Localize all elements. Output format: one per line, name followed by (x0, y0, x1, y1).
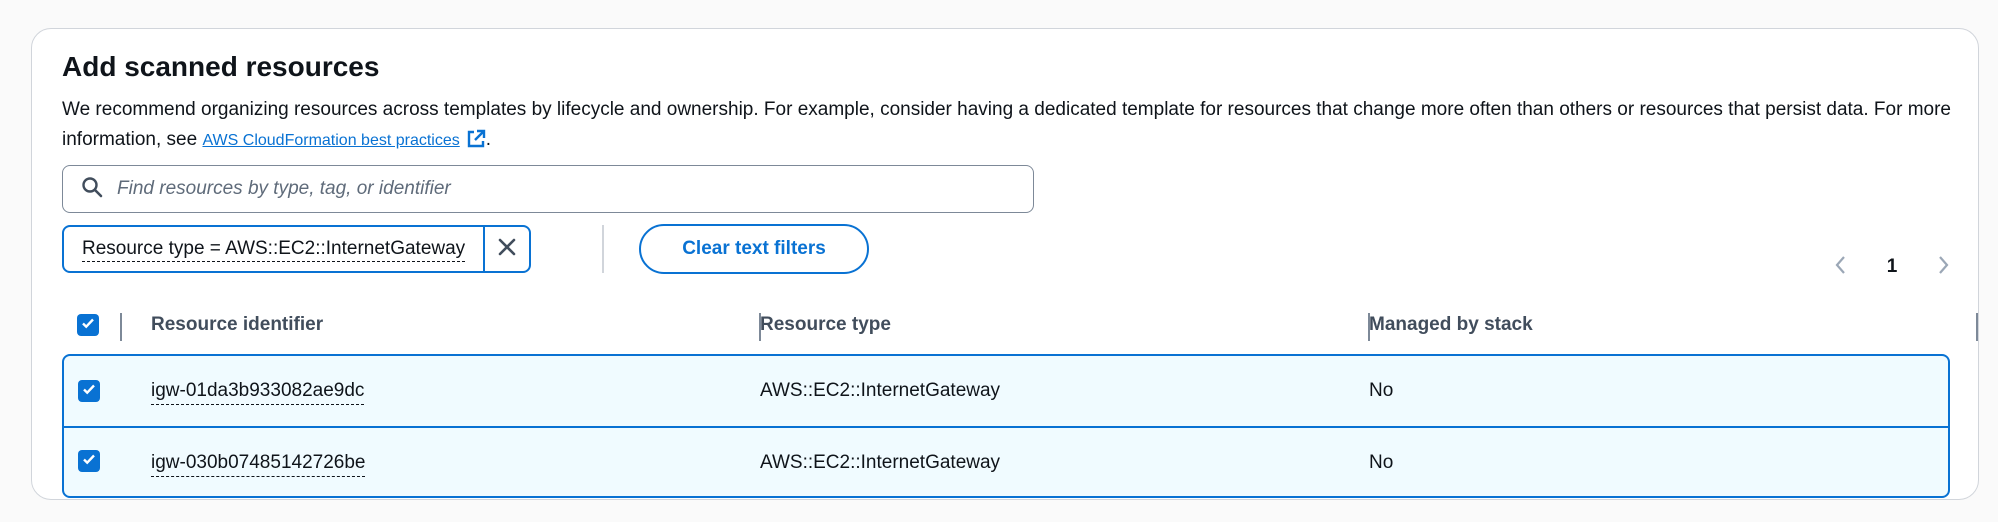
table-row[interactable]: igw-01da3b933082ae9dc AWS::EC2::Internet… (64, 356, 1948, 426)
current-page-number[interactable]: 1 (1887, 256, 1898, 278)
resource-type-cell: AWS::EC2::InternetGateway (760, 380, 1001, 401)
resource-identifier-cell: igw-030b07485142726be (151, 428, 366, 496)
best-practices-link[interactable]: AWS CloudFormation best practices (202, 132, 459, 149)
filter-divider (602, 225, 604, 273)
column-header-resource-identifier[interactable]: Resource identifier (151, 305, 323, 345)
search-box[interactable] (62, 165, 1034, 213)
close-icon (497, 237, 517, 262)
select-all-checkbox[interactable] (77, 314, 99, 336)
check-icon (80, 315, 96, 336)
chevron-left-icon[interactable] (1832, 254, 1850, 281)
external-link-icon (466, 129, 486, 159)
managed-by-stack-cell: No (1369, 452, 1394, 473)
description-end: . (485, 129, 492, 150)
column-header-managed-by-stack[interactable]: Managed by stack (1369, 305, 1533, 345)
managed-by-stack-cell: No (1369, 380, 1394, 401)
best-practices-link-label: AWS CloudFormation best practices (202, 132, 460, 149)
resource-identifier: igw-01da3b933082ae9dc (151, 378, 365, 405)
column-resizer[interactable] (1976, 313, 1978, 341)
check-icon (81, 381, 97, 402)
check-icon (81, 451, 97, 472)
table-row[interactable]: igw-030b07485142726be AWS::EC2::Internet… (64, 426, 1948, 496)
filter-token-label[interactable]: Resource type = AWS::EC2::InternetGatewa… (64, 227, 483, 271)
resource-identifier: igw-030b07485142726be (151, 450, 366, 477)
panel-title: Add scanned resources (62, 51, 380, 82)
row-checkbox[interactable] (78, 380, 100, 402)
column-divider (120, 313, 122, 341)
resource-identifier-cell: igw-01da3b933082ae9dc (151, 356, 365, 426)
search-icon (63, 176, 115, 203)
search-input[interactable] (115, 177, 979, 201)
resource-type-cell: AWS::EC2::InternetGateway (760, 452, 1001, 473)
row-checkbox[interactable] (78, 450, 100, 472)
column-header-resource-type[interactable]: Resource type (760, 305, 891, 345)
panel-description: We recommend organizing resources across… (62, 95, 1962, 159)
chevron-right-icon[interactable] (1934, 254, 1952, 281)
table-body: igw-01da3b933082ae9dc AWS::EC2::Internet… (62, 354, 1950, 498)
table-header: Resource identifier Resource type Manage… (62, 305, 1978, 345)
filter-token: Resource type = AWS::EC2::InternetGatewa… (62, 225, 532, 273)
scanned-resources-panel: Add scanned resources We recommend organ… (31, 28, 1979, 500)
pagination: 1 (1832, 247, 1952, 287)
filter-token-text: Resource type = AWS::EC2::InternetGatewa… (82, 237, 466, 262)
remove-filter-button[interactable] (483, 227, 529, 271)
clear-text-filters-button[interactable]: Clear text filters (639, 224, 869, 274)
